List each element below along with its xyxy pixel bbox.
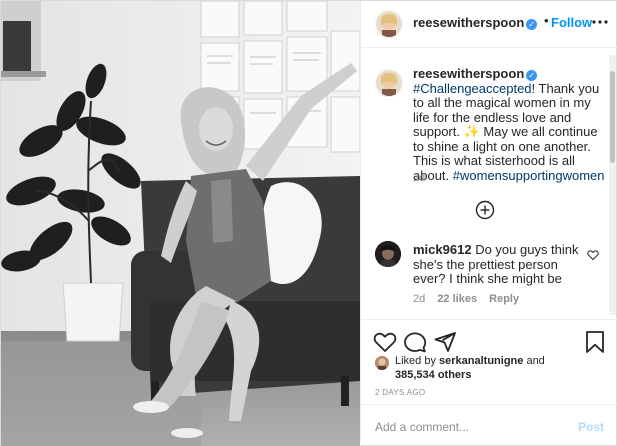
comment-icon[interactable] (403, 330, 427, 354)
heart-icon[interactable] (373, 330, 397, 354)
caption-text: reesewitherspoon ✓ #Challengeaccepted! Th… (413, 66, 609, 183)
avatar-image (375, 356, 389, 370)
comment-heart-icon[interactable] (587, 249, 599, 261)
liker-username[interactable]: serkanaltunigne (439, 355, 523, 367)
liker-avatar[interactable] (375, 356, 389, 370)
verified-badge-icon: ✓ (526, 19, 538, 30)
hashtag-womensupportingwomen[interactable]: #womensupportingwomen (453, 168, 605, 183)
likes-text: Liked by serkanaltunigne and 385,534 oth… (395, 355, 605, 382)
post-timestamp[interactable]: 2 DAYS AGO (375, 388, 425, 397)
likes-count[interactable]: 385,534 others (395, 369, 471, 381)
comment-likes[interactable]: 22 likes (437, 293, 477, 305)
caption-author-username[interactable]: reesewitherspoon (413, 66, 524, 81)
post-photo[interactable] (1, 1, 360, 446)
author-avatar[interactable] (375, 10, 403, 38)
avatar-image (375, 241, 401, 267)
add-comment-bar: Post (361, 404, 617, 446)
caption-timestamp[interactable]: 2d (413, 172, 425, 184)
hashtag-challengeaccepted[interactable]: #Challengeaccepted (413, 81, 532, 96)
separator-dot: • (544, 13, 549, 28)
comments-area: reesewitherspoon ✓ #Challengeaccepted! Th… (361, 49, 617, 318)
comment-meta: 2d 22 likes Reply (413, 293, 528, 305)
post-comment-button[interactable]: Post (578, 420, 604, 434)
author-username-text: reesewitherspoon (413, 15, 525, 30)
comment-timestamp[interactable]: 2d (413, 293, 425, 305)
caption-author-avatar[interactable] (375, 69, 403, 97)
more-options-icon[interactable] (591, 13, 609, 31)
author-username[interactable]: reesewitherspoon ✓ (413, 15, 538, 30)
post-image (1, 1, 360, 446)
commenter-avatar[interactable] (375, 241, 401, 267)
likes-prefix: Liked by (395, 355, 440, 367)
follow-button[interactable]: Follow (551, 15, 592, 30)
verified-badge-icon: ✓ (526, 70, 538, 81)
instagram-post-modal: reesewitherspoon ✓ • Follow reesewithers… (0, 0, 617, 446)
reply-button[interactable]: Reply (489, 293, 519, 305)
post-side-panel: reesewitherspoon ✓ • Follow reesewithers… (360, 1, 617, 446)
add-comment-input[interactable] (375, 420, 565, 434)
comment-text: mick9612 Do you guys think she's the pre… (413, 242, 583, 287)
commenter-username[interactable]: mick9612 (413, 242, 472, 257)
load-more-comments-icon[interactable] (475, 200, 495, 220)
likes-middle: and (523, 355, 545, 367)
post-header: reesewitherspoon ✓ • Follow (361, 1, 617, 48)
bookmark-icon[interactable] (583, 330, 607, 354)
share-icon[interactable] (433, 330, 457, 354)
